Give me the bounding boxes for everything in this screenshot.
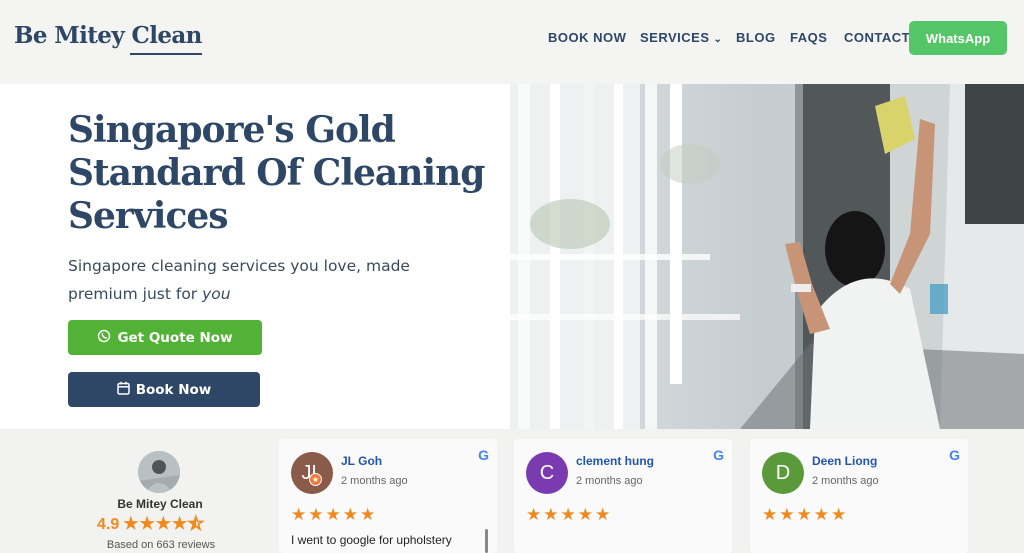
get-quote-button[interactable]: Get Quote Now	[68, 320, 262, 355]
local-guide-badge-icon: ★	[309, 473, 322, 486]
get-quote-label: Get Quote Now	[117, 329, 233, 346]
book-now-button[interactable]: Book Now	[68, 372, 260, 407]
book-now-label: Book Now	[135, 381, 212, 398]
review-date: 2 months ago	[576, 475, 643, 487]
review-date: 2 months ago	[812, 475, 879, 487]
nav-book-now[interactable]: BOOK NOW	[548, 30, 626, 45]
nav-faqs[interactable]: FAQS	[790, 30, 827, 45]
hero-subtitle: Singapore cleaning services you love, ma…	[68, 252, 468, 308]
nav-services-label: SERVICES	[640, 30, 710, 45]
reviewer-name[interactable]: Deen Liong	[812, 454, 877, 468]
reviewer-name[interactable]: clement hung	[576, 454, 654, 468]
hero-title: Singapore's Gold Standard Of Cleaning Se…	[68, 109, 485, 237]
review-date: 2 months ago	[341, 475, 408, 487]
whatsapp-icon	[97, 329, 111, 347]
logo-underline	[130, 53, 202, 55]
business-avatar	[138, 451, 180, 493]
review-card: JL ★ JL Goh 2 months ago G ★★★★★ I went …	[279, 439, 497, 553]
review-count[interactable]: Based on 663 reviews	[86, 539, 236, 551]
overall-rating: 4.9★★★★★★	[97, 514, 204, 534]
google-icon: G	[478, 447, 489, 463]
hero-subtitle-main: Singapore cleaning services you love, ma…	[68, 257, 410, 303]
review-stars: ★★★★★	[762, 505, 849, 525]
review-card: C clement hung 2 months ago G ★★★★★	[514, 439, 732, 553]
business-name: Be Mitey Clean	[117, 497, 203, 511]
reviewer-avatar: D	[762, 452, 804, 494]
nav-blog[interactable]: BLOG	[736, 30, 776, 45]
site-header: Be Mitey Clean BOOK NOW SERVICES ⌄ BLOG F…	[0, 0, 1024, 80]
rating-value: 4.9	[97, 516, 120, 533]
rating-stars: ★★★★★★	[123, 514, 205, 534]
hero-subtitle-emphasis: you	[202, 285, 231, 303]
review-text: I went to google for upholstery	[291, 533, 452, 547]
review-card: D Deen Liong 2 months ago G ★★★★★	[750, 439, 968, 553]
review-scrollbar[interactable]	[485, 529, 488, 553]
reviewer-avatar: C	[526, 452, 568, 494]
half-star-icon: ★★	[188, 514, 205, 534]
review-stars: ★★★★★	[526, 505, 613, 525]
reviewer-name[interactable]: JL Goh	[341, 454, 382, 468]
calendar-icon	[116, 381, 130, 399]
review-stars: ★★★★★	[291, 505, 378, 525]
chevron-down-icon: ⌄	[713, 34, 723, 45]
nav-services[interactable]: SERVICES ⌄	[640, 30, 722, 45]
site-logo[interactable]: Be Mitey Clean	[14, 22, 202, 49]
hero-cleaning-photo	[510, 84, 1024, 429]
google-icon: G	[713, 447, 724, 463]
whatsapp-button[interactable]: WhatsApp	[909, 21, 1007, 55]
nav-contact[interactable]: CONTACT	[844, 30, 910, 45]
google-icon: G	[949, 447, 960, 463]
